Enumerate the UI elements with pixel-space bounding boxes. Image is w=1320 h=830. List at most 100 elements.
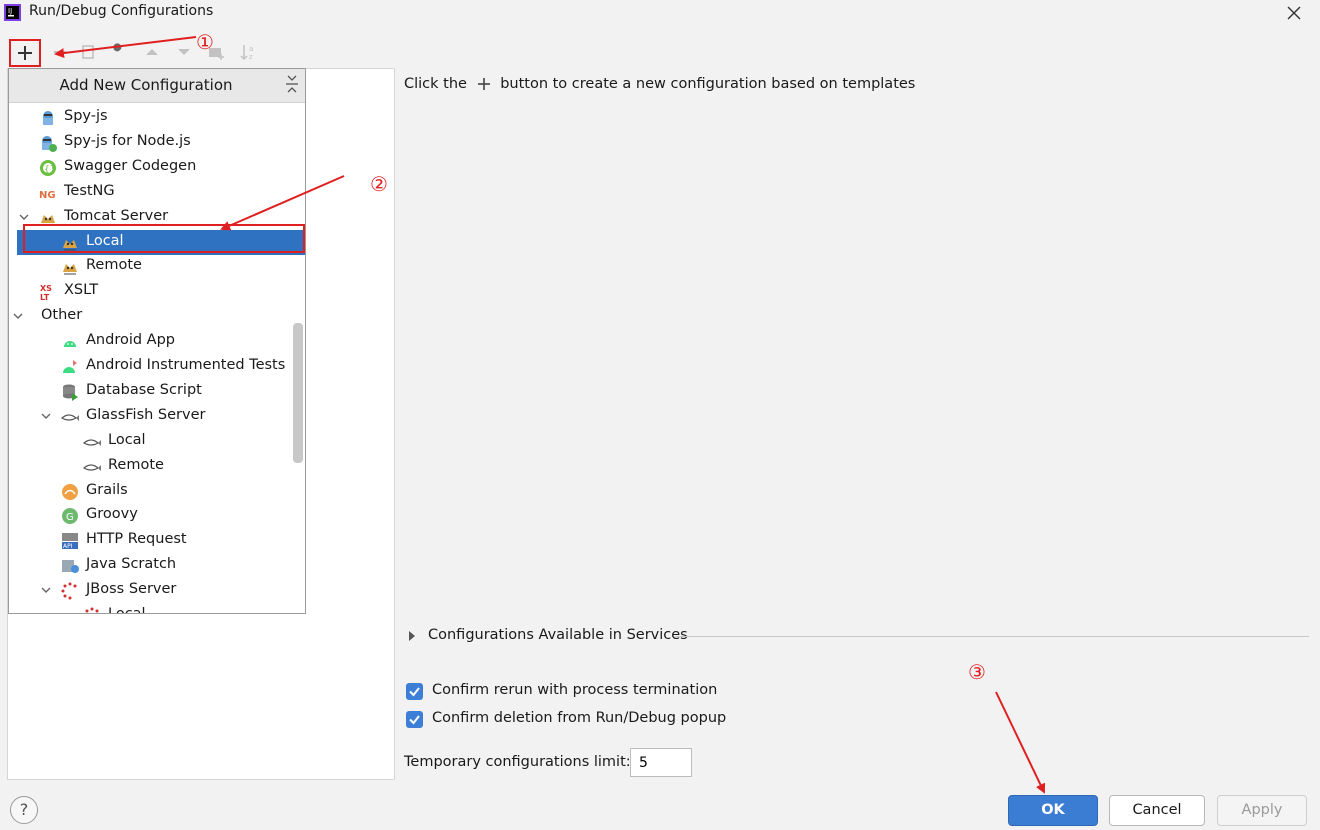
empty-hint: Click the button to create a new configu…: [404, 76, 915, 92]
api-icon: API: [62, 533, 78, 550]
config-type-item[interactable]: Local: [9, 603, 305, 614]
config-type-item[interactable]: Android App: [9, 329, 305, 354]
config-type-label: Local: [108, 432, 146, 448]
java-scratch-icon: [62, 560, 79, 573]
chevron-down-icon[interactable]: [11, 309, 25, 323]
config-type-item[interactable]: GlassFish Server: [9, 404, 305, 429]
annotation-number-3: ③: [968, 660, 986, 684]
config-type-label: Grails: [86, 482, 128, 498]
config-type-item[interactable]: Local: [17, 230, 305, 255]
confirm-rerun-label: Confirm rerun with process termination: [432, 682, 718, 698]
jboss-icon: [61, 582, 77, 600]
chevron-down-icon[interactable]: [17, 210, 31, 224]
glassfish-icon: [83, 464, 101, 471]
database-icon: [63, 384, 78, 401]
svg-text:LT: LT: [40, 293, 50, 301]
config-type-item[interactable]: Remote: [9, 454, 305, 479]
config-type-item[interactable]: G Groovy: [9, 503, 305, 528]
svg-text:XS: XS: [40, 284, 52, 293]
config-type-label: Android App: [86, 332, 175, 348]
config-type-label: GlassFish Server: [86, 407, 206, 423]
title-bar: IJ Run/Debug Configurations: [0, 0, 1320, 26]
config-type-label: Other: [41, 307, 83, 323]
glassfish-icon: [61, 414, 79, 421]
apply-button[interactable]: Apply: [1217, 795, 1307, 826]
config-type-label: Remote: [108, 457, 164, 473]
config-type-item[interactable]: Tomcat Server: [9, 205, 305, 230]
popup-header: Add New Configuration: [9, 69, 305, 103]
annotation-arrow-3: [995, 691, 1046, 794]
chevron-down-icon[interactable]: [39, 409, 53, 423]
wrench-icon[interactable]: [106, 40, 130, 64]
move-down-icon[interactable]: [172, 40, 196, 64]
config-type-label: Local: [108, 606, 146, 614]
config-type-item[interactable]: Local: [9, 429, 305, 454]
config-type-item[interactable]: NG TestNG: [9, 180, 305, 205]
config-type-label: Remote: [86, 257, 142, 273]
config-type-label: Database Script: [86, 382, 202, 398]
config-type-item[interactable]: Android Instrumented Tests: [9, 354, 305, 379]
confirm-rerun-checkbox[interactable]: [406, 683, 423, 700]
svg-text:{}: {}: [44, 165, 55, 175]
confirm-deletion-checkbox[interactable]: [406, 711, 423, 728]
spy-js-icon: [43, 111, 53, 125]
svg-text:G: G: [66, 512, 74, 523]
add-configuration-button[interactable]: [9, 39, 41, 67]
svg-text:a: a: [249, 45, 253, 53]
collapse-all-icon[interactable]: [283, 73, 301, 95]
config-type-item[interactable]: Spy-js: [9, 105, 305, 130]
config-type-item[interactable]: Grails: [9, 479, 305, 504]
svg-text:IJ: IJ: [8, 7, 12, 15]
xslt-icon: XSLT: [40, 284, 52, 301]
sort-alphabetically-icon[interactable]: a z: [236, 40, 260, 64]
plus-icon: [18, 46, 32, 60]
services-label: Configurations Available in Services: [428, 627, 688, 643]
help-button[interactable]: ?: [10, 796, 38, 824]
expand-arrow-icon[interactable]: [406, 630, 418, 642]
config-type-item[interactable]: Remote: [9, 254, 305, 279]
plus-icon: [477, 78, 490, 90]
config-type-item[interactable]: {} Swagger Codegen: [9, 155, 305, 180]
minus-icon[interactable]: [48, 40, 72, 64]
config-type-item[interactable]: API HTTP Request: [9, 528, 305, 553]
cancel-button[interactable]: Cancel: [1109, 795, 1205, 826]
configuration-type-list: Spy-js Spy-js for Node.js {} Swagger Codege…: [9, 104, 305, 614]
config-type-label: Swagger Codegen: [64, 158, 197, 174]
add-new-configuration-popup: Add New Configuration Spy-js Spy-js for N…: [8, 68, 306, 614]
window-title: Run/Debug Configurations: [29, 3, 214, 19]
tomcat-icon: [63, 240, 77, 251]
chevron-down-icon[interactable]: [39, 583, 53, 597]
grails-icon: [62, 484, 78, 500]
config-type-item[interactable]: XS LT XSLT: [9, 279, 305, 304]
popup-scrollbar[interactable]: [293, 323, 303, 463]
intellij-app-icon: IJ: [4, 4, 21, 21]
tomcat-icon: [41, 215, 55, 226]
android-test-icon: [63, 360, 77, 373]
temp-limit-label: Temporary configurations limit:: [404, 754, 631, 770]
swagger-icon: {}: [40, 160, 56, 176]
temp-limit-input[interactable]: [630, 748, 692, 777]
copy-icon[interactable]: [76, 40, 100, 64]
config-type-item[interactable]: Java Scratch: [9, 553, 305, 578]
config-type-label: TestNG: [64, 183, 115, 199]
confirm-deletion-label: Confirm deletion from Run/Debug popup: [432, 710, 727, 726]
ok-button[interactable]: OK: [1008, 795, 1098, 826]
config-type-item[interactable]: JBoss Server: [9, 578, 305, 603]
config-type-label: JBoss Server: [86, 581, 177, 597]
glassfish-icon: [83, 439, 101, 446]
config-type-label: Local: [86, 233, 124, 249]
spy-js-node-icon: [42, 136, 57, 152]
move-up-icon[interactable]: [140, 40, 164, 64]
config-type-label: HTTP Request: [86, 531, 187, 547]
close-icon[interactable]: [1283, 2, 1305, 24]
config-type-item[interactable]: Other: [9, 304, 305, 329]
svg-text:z: z: [249, 53, 253, 61]
config-type-item[interactable]: Database Script: [9, 379, 305, 404]
services-section[interactable]: Configurations Available in Services: [406, 626, 1311, 648]
config-type-label: Spy-js for Node.js: [64, 133, 191, 149]
hint-after: button to create a new configuration bas…: [500, 76, 916, 92]
config-type-label: Java Scratch: [86, 556, 177, 572]
config-type-label: Tomcat Server: [64, 208, 169, 224]
config-type-item[interactable]: Spy-js for Node.js: [9, 130, 305, 155]
tomcat-icon: [63, 264, 77, 275]
